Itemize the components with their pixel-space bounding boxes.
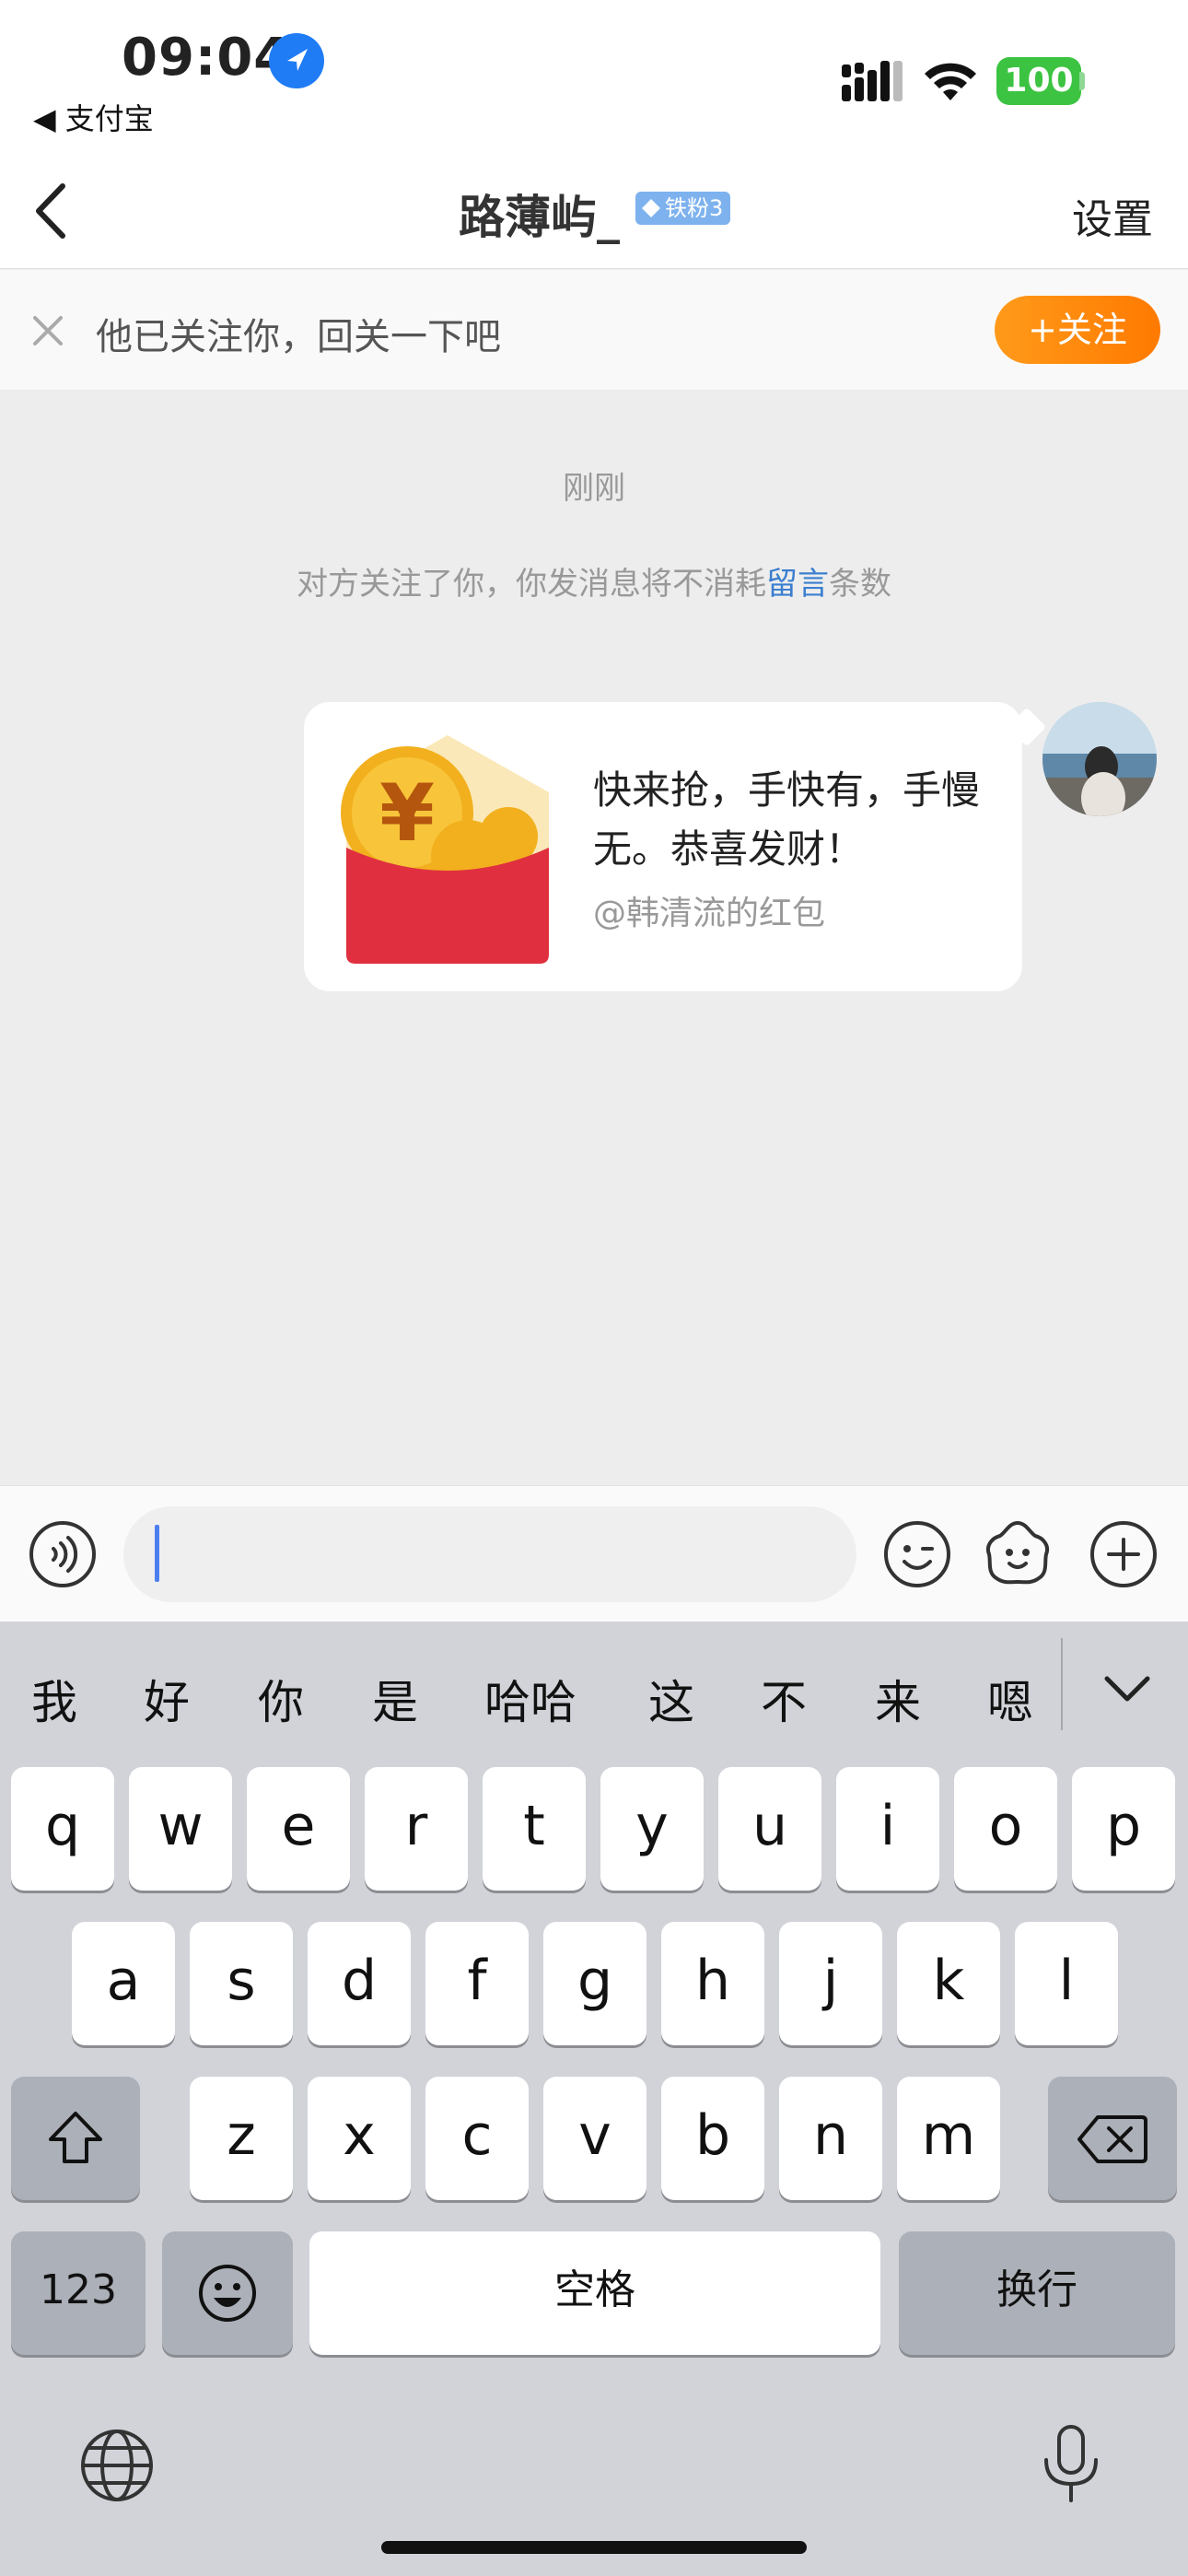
candidate-word[interactable]: 我 xyxy=(31,1666,77,1732)
follow-back-prompt: 他已关注你，回关一下吧 +关注 xyxy=(0,270,1188,390)
candidate-word[interactable]: 哈哈 xyxy=(484,1666,577,1732)
key-t[interactable]: t xyxy=(483,1767,586,1891)
key-w[interactable]: w xyxy=(129,1767,232,1891)
divider xyxy=(1061,1638,1063,1730)
key-k[interactable]: k xyxy=(897,1922,1000,2045)
key-c[interactable]: c xyxy=(425,2077,529,2200)
key-u[interactable]: u xyxy=(718,1767,821,1891)
key-d[interactable]: d xyxy=(308,1922,411,2045)
key-z[interactable]: z xyxy=(190,2077,293,2200)
backspace-icon xyxy=(1077,2115,1147,2163)
key-e[interactable]: e xyxy=(247,1767,350,1891)
signal-icon xyxy=(842,61,903,101)
candidate-word[interactable]: 是 xyxy=(372,1666,418,1732)
nav-bar: 路薄屿_ 铁粉3 设置 xyxy=(0,157,1188,269)
key-f[interactable]: f xyxy=(425,1922,529,2045)
shift-key[interactable] xyxy=(11,2077,140,2200)
red-packet-message-text: 快来抢，手快有，手慢无。恭喜发财！ xyxy=(593,767,981,872)
emoji-keyboard-icon xyxy=(199,2265,256,2322)
red-packet-sender: @韩清流的红包 xyxy=(593,895,826,932)
key-y[interactable]: y xyxy=(600,1767,704,1891)
notice-text: 对方关注了你，你发消息将不消耗 xyxy=(297,566,766,603)
emoji-icon[interactable] xyxy=(882,1519,952,1589)
settings-button[interactable]: 设置 xyxy=(1072,186,1153,245)
key-a[interactable]: a xyxy=(72,1922,175,2045)
key-x[interactable]: x xyxy=(308,2077,411,2200)
space-key[interactable]: 空格 xyxy=(309,2231,880,2355)
key-r[interactable]: r xyxy=(365,1767,468,1891)
key-h[interactable]: h xyxy=(661,1922,764,2045)
message-input-bar xyxy=(0,1485,1188,1622)
home-indicator[interactable] xyxy=(381,2541,807,2554)
chevron-down-icon[interactable] xyxy=(1096,1662,1159,1714)
diamond-icon xyxy=(642,199,660,217)
back-to-app-link[interactable]: ◀ 支付宝 xyxy=(33,96,154,138)
key-l[interactable]: l xyxy=(1015,1922,1118,2045)
emoji-key[interactable] xyxy=(162,2231,293,2355)
svg-text:¥: ¥ xyxy=(379,767,435,860)
status-bar: 09:04 ◀ 支付宝 100 xyxy=(0,0,1188,157)
candidate-word[interactable]: 来 xyxy=(875,1666,921,1732)
red-packet-icon: ¥ xyxy=(330,728,565,964)
keyboard: 我 好 你 是 哈哈 这 不 来 嗯 q w e r t y u i o p a… xyxy=(0,1622,1188,2576)
key-j[interactable]: j xyxy=(779,1922,882,2045)
text-caret xyxy=(155,1525,159,1582)
message-timestamp: 刚刚 xyxy=(563,470,625,507)
key-o[interactable]: o xyxy=(954,1767,1057,1891)
candidate-word[interactable]: 好 xyxy=(144,1666,190,1732)
location-icon xyxy=(269,33,324,88)
key-g[interactable]: g xyxy=(543,1922,646,2045)
candidate-word[interactable]: 你 xyxy=(258,1666,304,1732)
fan-level-label: 铁粉3 xyxy=(665,195,724,221)
candidate-bar: 我 好 你 是 哈哈 这 不 来 嗯 xyxy=(0,1622,1188,1760)
numbers-key[interactable]: 123 xyxy=(11,2231,146,2355)
chat-title: 路薄屿_ xyxy=(459,191,620,244)
fan-level-badge: 铁粉3 xyxy=(635,192,731,225)
status-time: 09:04 xyxy=(122,28,291,88)
microphone-icon[interactable] xyxy=(1039,2423,1103,2506)
key-m[interactable]: m xyxy=(897,2077,1000,2200)
wifi-icon xyxy=(921,57,980,103)
follow-prompt-text: 他已关注你，回关一下吧 xyxy=(96,316,501,358)
message-quota-link[interactable]: 留言 xyxy=(766,566,829,603)
avatar[interactable] xyxy=(1042,702,1157,816)
key-n[interactable]: n xyxy=(779,2077,882,2200)
candidate-word[interactable]: 嗯 xyxy=(987,1666,1033,1732)
close-icon[interactable] xyxy=(28,310,68,351)
globe-icon[interactable] xyxy=(79,2428,155,2503)
sticker-icon[interactable] xyxy=(982,1517,1054,1589)
system-notice: 对方关注了你，你发消息将不消耗留言条数 xyxy=(0,558,1188,603)
candidate-word[interactable]: 不 xyxy=(761,1666,807,1732)
voice-icon[interactable] xyxy=(28,1519,98,1589)
return-key[interactable]: 换行 xyxy=(899,2231,1175,2355)
battery-tip xyxy=(1079,72,1085,90)
message-input[interactable] xyxy=(123,1506,856,1602)
key-s[interactable]: s xyxy=(190,1922,293,2045)
key-q[interactable]: q xyxy=(11,1767,114,1891)
key-v[interactable]: v xyxy=(543,2077,646,2200)
shift-icon xyxy=(49,2112,102,2163)
key-p[interactable]: p xyxy=(1072,1767,1175,1891)
follow-button[interactable]: +关注 xyxy=(995,296,1160,364)
key-b[interactable]: b xyxy=(661,2077,764,2200)
notice-suffix: 条数 xyxy=(829,566,891,603)
backspace-key[interactable] xyxy=(1048,2077,1177,2200)
candidate-word[interactable]: 这 xyxy=(648,1666,694,1732)
back-arrow-icon[interactable] xyxy=(26,179,81,243)
plus-icon[interactable] xyxy=(1089,1519,1159,1589)
battery-icon: 100 xyxy=(996,57,1081,105)
key-i[interactable]: i xyxy=(836,1767,939,1891)
